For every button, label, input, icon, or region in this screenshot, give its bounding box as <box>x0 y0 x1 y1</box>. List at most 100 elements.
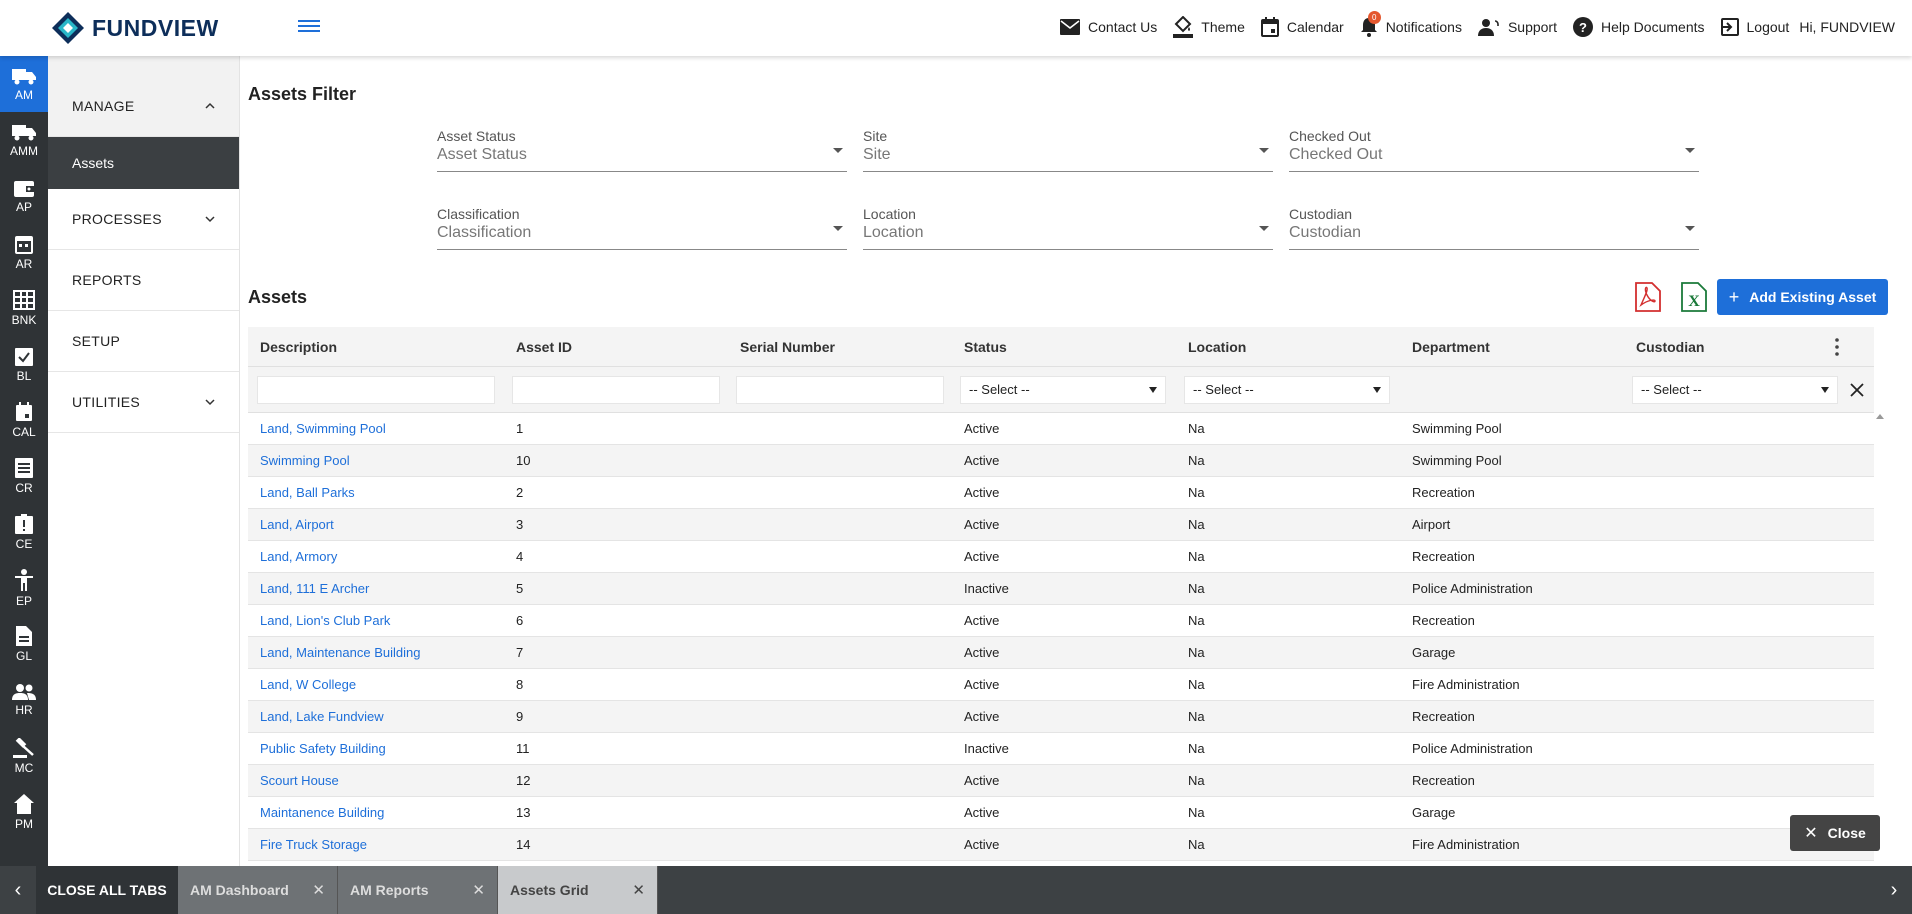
rail-item-ce[interactable]: CE <box>0 504 48 560</box>
column-header-asset-id[interactable]: Asset ID <box>504 339 728 355</box>
export-pdf-button[interactable] <box>1635 282 1661 317</box>
column-header-serial-number[interactable]: Serial Number <box>728 339 952 355</box>
cell-description[interactable]: Land, Armory <box>248 549 504 564</box>
cell-description[interactable]: Land, Swimming Pool <box>248 421 504 436</box>
table-row[interactable]: Scourt House 12 Active Na Recreation <box>248 765 1874 797</box>
table-row[interactable]: Maintanence Building 13 Active Na Garage <box>248 797 1874 829</box>
sidebar-item-assets[interactable]: Assets <box>48 137 239 189</box>
location-filter-select[interactable]: -- Select -- <box>1184 375 1390 404</box>
table-row[interactable]: Land, Lion's Club Park 6 Active Na Recreatio… <box>248 605 1874 637</box>
tab-label: AM Reports <box>350 882 429 898</box>
sidebar-item-manage[interactable]: MANAGE <box>48 76 239 137</box>
column-header-description[interactable]: Description <box>248 339 504 355</box>
custodian-select[interactable]: Custodian Custodian <box>1289 206 1699 250</box>
description-filter-input[interactable] <box>257 375 495 404</box>
status-filter-select[interactable]: -- Select -- <box>960 375 1166 404</box>
clear-filters-icon[interactable] <box>1850 382 1864 397</box>
cell-description[interactable]: Fire Truck Storage <box>248 837 504 852</box>
rail-item-bl[interactable]: BL <box>0 336 48 392</box>
app-logo[interactable]: FUNDVIEW <box>50 10 219 46</box>
filter-label: Asset Status <box>437 128 516 144</box>
tab-close-icon[interactable]: ✕ <box>472 881 485 899</box>
table-row[interactable]: Fire Truck Storage 14 Active Na Fire Adminis… <box>248 829 1874 861</box>
tab-am-reports[interactable]: AM Reports ✕ <box>338 866 498 914</box>
cell-description[interactable]: Land, Lake Fundview <box>248 709 504 724</box>
rail-item-am[interactable]: AM <box>0 56 48 112</box>
cell-description[interactable]: Public Safety Building <box>248 741 504 756</box>
support-icon <box>1477 19 1499 36</box>
checked-out-select[interactable]: Checked Out Checked Out <box>1289 128 1699 172</box>
menu-toggle-icon[interactable] <box>298 17 320 35</box>
rail-item-gl[interactable]: GL <box>0 616 48 672</box>
location-select[interactable]: Location Location <box>863 206 1273 250</box>
calendar-link[interactable]: Calendar <box>1260 17 1344 37</box>
tab-scroll-left-icon[interactable]: ‹ <box>0 866 36 914</box>
table-row[interactable]: Land, Airport 3 Active Na Airport <box>248 509 1874 541</box>
rail-item-ar[interactable]: AR <box>0 224 48 280</box>
notifications-link[interactable]: 0 Notifications <box>1360 11 1462 37</box>
rail-item-ap[interactable]: AP <box>0 168 48 224</box>
asset-status-select[interactable]: Asset Status Asset Status <box>437 128 847 172</box>
rail-item-hr[interactable]: HR <box>0 672 48 728</box>
sidebar-item-reports[interactable]: REPORTS <box>48 250 239 311</box>
close-button[interactable]: ✕ Close <box>1790 815 1880 851</box>
theme-link[interactable]: Theme <box>1173 16 1245 38</box>
tab-assets-grid[interactable]: Assets Grid ✕ <box>498 866 658 914</box>
column-header-location[interactable]: Location <box>1176 339 1400 355</box>
table-row[interactable]: Land, Armory 4 Active Na Recreation <box>248 541 1874 573</box>
rail-item-ep[interactable]: EP <box>0 560 48 616</box>
cell-description[interactable]: Land, Lion's Club Park <box>248 613 504 628</box>
table-row[interactable]: Land, Lake Fundview 9 Active Na Recreation <box>248 701 1874 733</box>
table-row[interactable]: Public Safety Building 11 Inactive Na Police… <box>248 733 1874 765</box>
table-row[interactable]: Land, Ball Parks 2 Active Na Recreation <box>248 477 1874 509</box>
tab-am-dashboard[interactable]: AM Dashboard ✕ <box>178 866 338 914</box>
help-documents-link[interactable]: ? Help Documents <box>1573 17 1705 37</box>
tab-close-icon[interactable]: ✕ <box>312 881 325 899</box>
close-all-tabs-button[interactable]: CLOSE ALL TABS <box>36 866 178 914</box>
column-header-department[interactable]: Department <box>1400 339 1624 355</box>
sidebar-item-processes[interactable]: PROCESSES <box>48 189 239 250</box>
cell-status: Active <box>964 709 1000 724</box>
asset-id-filter-input[interactable] <box>512 375 720 404</box>
column-header-status[interactable]: Status <box>952 339 1176 355</box>
support-link[interactable]: Support <box>1477 18 1557 36</box>
site-select[interactable]: Site Site <box>863 128 1273 172</box>
sidebar-item-utilities[interactable]: UTILITIES <box>48 372 239 433</box>
classification-select[interactable]: Classification Classification <box>437 206 847 250</box>
rail-item-bnk[interactable]: BNK <box>0 280 48 336</box>
table-row[interactable]: Land, 111 E Archer 5 Inactive Na Police Admi… <box>248 573 1874 605</box>
export-excel-button[interactable]: X <box>1681 282 1707 317</box>
cell-description[interactable]: Maintanence Building <box>248 805 504 820</box>
serial-number-filter-input[interactable] <box>736 375 944 404</box>
cell-description[interactable]: Land, 111 E Archer <box>248 581 504 596</box>
more-vertical-icon[interactable] <box>1834 337 1840 356</box>
grid-scroll-up-icon[interactable] <box>1876 414 1884 419</box>
table-row[interactable]: Land, Swimming Pool 1 Active Na Swimming Poo… <box>248 413 1874 445</box>
rail-item-mc[interactable]: MC <box>0 728 48 784</box>
rail-item-cr[interactable]: CR <box>0 448 48 504</box>
cell-description[interactable]: Land, Ball Parks <box>248 485 504 500</box>
custodian-filter-select[interactable]: -- Select -- <box>1632 375 1838 404</box>
cell-location: Na <box>1188 421 1205 436</box>
table-row[interactable]: Swimming Pool 10 Active Na Swimming Pool <box>248 445 1874 477</box>
add-existing-asset-button[interactable]: + Add Existing Asset <box>1717 279 1888 315</box>
column-header-custodian[interactable]: Custodian <box>1624 339 1854 355</box>
tab-scroll-right-icon[interactable]: › <box>1876 866 1912 914</box>
cell-description[interactable]: Land, Airport <box>248 517 504 532</box>
tab-close-icon[interactable]: ✕ <box>632 881 645 899</box>
table-row[interactable]: Land, W College 8 Active Na Fire Administrat… <box>248 669 1874 701</box>
sidebar-item-setup[interactable]: SETUP <box>48 311 239 372</box>
cell-description[interactable]: Swimming Pool <box>248 453 504 468</box>
rail-item-amm[interactable]: AMM <box>0 112 48 168</box>
contact-us-link[interactable]: Contact Us <box>1060 19 1157 35</box>
cell-description[interactable]: Scourt House <box>248 773 504 788</box>
logout-link[interactable]: Logout <box>1720 18 1789 36</box>
cell-description[interactable]: Land, W College <box>248 677 504 692</box>
rail-item-pm[interactable]: PM <box>0 784 48 840</box>
main-content: Assets Filter Asset Status Asset Status … <box>240 56 1896 866</box>
cell-description[interactable]: Land, Maintenance Building <box>248 645 504 660</box>
people-icon <box>12 683 36 700</box>
table-row[interactable]: Land, Maintenance Building 7 Active Na Garag… <box>248 637 1874 669</box>
person-icon <box>15 568 33 591</box>
rail-item-cal[interactable]: CAL <box>0 392 48 448</box>
